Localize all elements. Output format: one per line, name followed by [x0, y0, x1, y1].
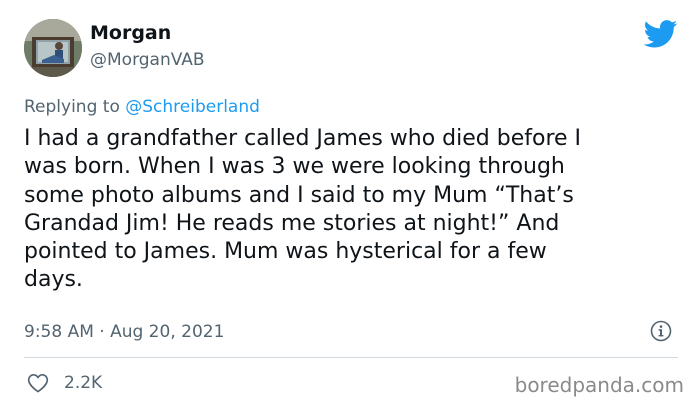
- watermark: boredpanda.com: [514, 373, 684, 397]
- author-display-name[interactable]: Morgan: [90, 22, 171, 44]
- avatar[interactable]: [24, 19, 82, 77]
- tweet-text: I had a grandfather called James who die…: [24, 126, 582, 293]
- info-icon[interactable]: [650, 320, 672, 342]
- tweet-timestamp[interactable]: 9:58 AM · Aug 20, 2021: [24, 322, 224, 342]
- heart-icon[interactable]: [27, 373, 49, 393]
- tweet-card: Morgan @MorganVAB Replying to @Schreiber…: [0, 0, 700, 410]
- twitter-bird-icon[interactable]: [644, 20, 678, 48]
- replying-to-label: Replying to: [24, 97, 120, 117]
- replying-to: Replying to @Schreiberland: [24, 97, 260, 117]
- divider: [24, 357, 678, 358]
- author-handle[interactable]: @MorganVAB: [90, 50, 205, 70]
- like-count: 2.2K: [64, 373, 103, 393]
- reply-mention-link[interactable]: @Schreiberland: [125, 97, 260, 117]
- avatar-image: [24, 19, 82, 77]
